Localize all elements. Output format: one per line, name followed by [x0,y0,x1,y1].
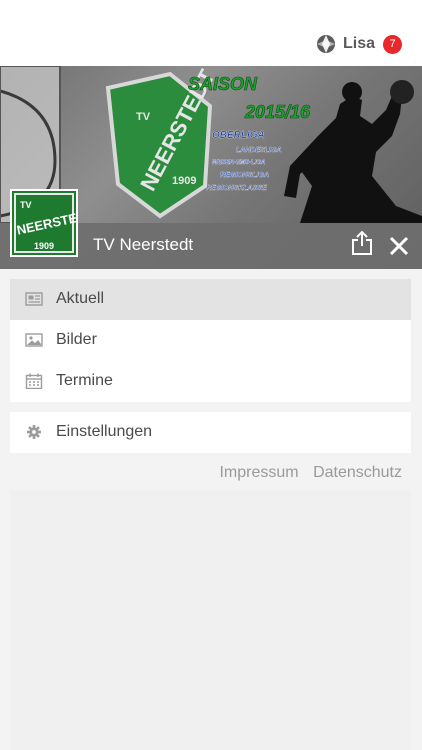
user-logo-icon [316,35,335,53]
crest-tv-text: TV [136,111,151,123]
settings-menu: Einstellungen [10,412,411,453]
menu-item-einstellungen[interactable]: Einstellungen [10,412,411,453]
svg-text:1909: 1909 [34,241,54,251]
image-icon [25,333,43,347]
menu-item-bilder[interactable]: Bilder [10,320,411,361]
calendar-icon [25,373,43,389]
league-label: REGIONSLIGA [220,172,269,179]
club-logo: TV NEERSTEDT 1909 [10,189,96,257]
notification-badge[interactable]: 7 [383,34,402,54]
gear-icon [27,425,41,439]
crest-year-text: 1909 [172,175,196,187]
share-icon[interactable] [351,230,373,256]
footer-links: Impressum Datenschutz [209,464,402,482]
datenschutz-link[interactable]: Datenschutz [313,464,402,481]
menu-item-termine[interactable]: Termine [10,361,411,402]
league-list: OBERLIGA LANDESLIGA WESER-EMS-LIGA REGIONSL… [206,130,282,192]
menu-item-label: Termine [56,372,113,389]
league-label: REGIONSKLASSE [206,185,267,192]
season-year: 2015/16 [244,102,311,122]
newspaper-icon [25,292,43,306]
club-crest-icon: TV NEERSTEDT 1909 [12,191,96,255]
top-bar: Lisa 7 [0,0,422,66]
main-menu: Aktuell Bilder Termine [10,279,411,402]
club-name: TV Neerstedt [93,235,194,254]
season-title: SAISON [188,74,258,94]
menu-item-label: Einstellungen [56,423,153,440]
close-icon[interactable] [388,235,410,257]
menu-item-label: Aktuell [56,290,105,307]
impressum-link[interactable]: Impressum [219,464,298,481]
menu-item-aktuell[interactable]: Aktuell [10,279,411,320]
empty-content-area [10,490,411,750]
user-account[interactable]: Lisa 7 [316,33,402,55]
league-label: LANDESLIGA [236,147,282,154]
league-label: WESER-EMS-LIGA [212,160,265,166]
menu-item-label: Bilder [56,331,97,348]
svg-text:TV: TV [20,200,32,210]
user-name[interactable]: Lisa [343,35,375,53]
league-label: OBERLIGA [212,130,265,141]
